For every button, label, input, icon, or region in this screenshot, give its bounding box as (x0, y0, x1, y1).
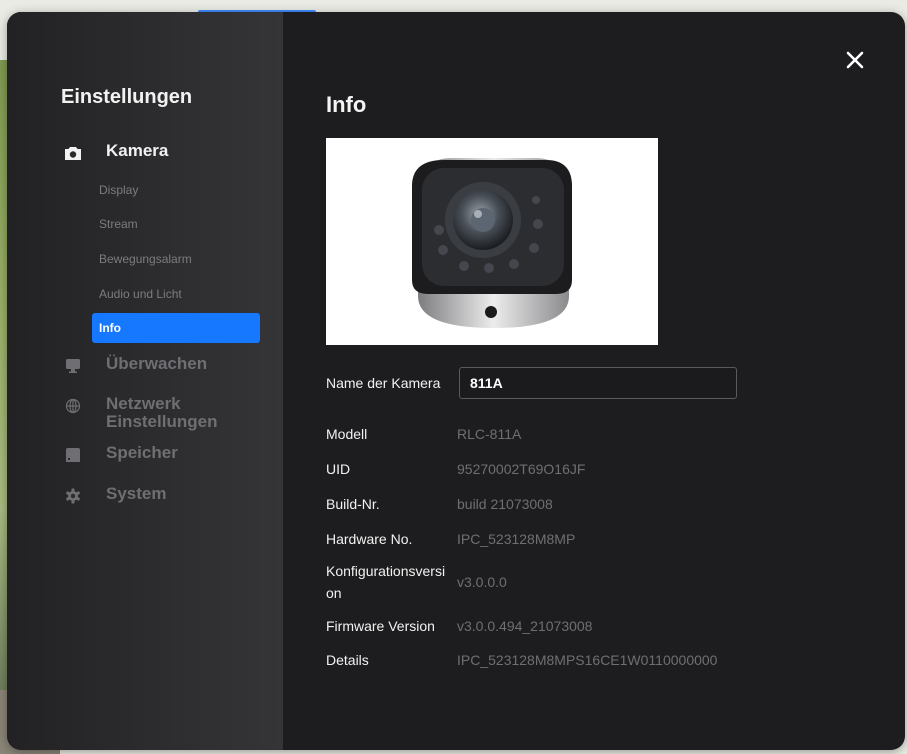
camera-name-label: Name der Kamera (326, 375, 441, 391)
subnav-audio-und-licht[interactable]: Audio und Licht (99, 287, 182, 301)
gear-icon (62, 485, 84, 507)
field-value-hardware: IPC_523128M8MP (457, 531, 576, 547)
subnav-stream[interactable]: Stream (99, 217, 138, 231)
sidebar-item-kamera[interactable]: Kamera (62, 142, 168, 164)
field-label-build: Build-Nr. (326, 496, 380, 512)
sidebar-title: Einstellungen (61, 86, 193, 108)
globe-icon (62, 395, 84, 417)
field-value-konfiguration: v3.0.0.0 (457, 574, 507, 590)
field-value-build: build 21073008 (457, 496, 553, 512)
field-value-modell: RLC-811A (457, 426, 522, 442)
subnav-info[interactable]: Info (92, 313, 260, 343)
close-icon[interactable] (843, 48, 867, 72)
sidebar-item-netzwerk[interactable]: Netzwerk Einstellungen (62, 395, 226, 431)
sidebar-item-label: Speicher (106, 443, 178, 462)
field-label-details: Details (326, 652, 369, 668)
page-title: Info (326, 92, 367, 117)
camera-icon (62, 142, 84, 164)
subnav-bewegungsalarm[interactable]: Bewegungsalarm (99, 252, 192, 266)
storage-icon (62, 444, 84, 466)
monitor-icon (62, 355, 84, 377)
sidebar-item-speicher[interactable]: Speicher (62, 444, 178, 466)
sidebar-item-label: Netzwerk Einstellungen (106, 394, 218, 431)
field-label-hardware: Hardware No. (326, 531, 413, 547)
sidebar-item-ueberwachen[interactable]: Überwachen (62, 355, 207, 377)
field-value-details: IPC_523128M8MPS16CE1W0110000000 (457, 652, 718, 668)
field-label-uid: UID (326, 461, 351, 477)
camera-product-image (326, 138, 658, 345)
field-label-konfiguration: Konfigurationsversion (326, 563, 446, 601)
sidebar-item-label: Kamera (106, 141, 169, 160)
settings-dialog: Einstellungen Kamera Display Stream Bewe… (7, 12, 905, 750)
camera-name-input[interactable] (459, 367, 737, 399)
field-label-firmware: Firmware Version (326, 618, 435, 634)
field-value-firmware: v3.0.0.494_21073008 (457, 618, 593, 634)
field-label-modell: Modell (326, 426, 368, 442)
subnav-display[interactable]: Display (99, 183, 138, 197)
sidebar-item-system[interactable]: System (62, 485, 166, 507)
sidebar-item-label: System (106, 484, 167, 503)
field-value-uid: 95270002T69O16JF (457, 461, 586, 477)
sidebar: Einstellungen Kamera Display Stream Bewe… (7, 12, 283, 750)
sidebar-item-label: Überwachen (106, 354, 208, 373)
